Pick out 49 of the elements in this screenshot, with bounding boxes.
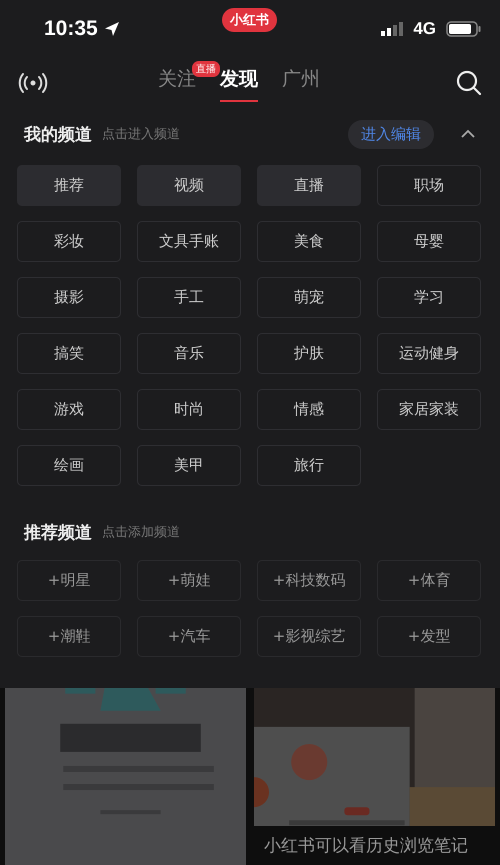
channel-chip[interactable]: 手工 xyxy=(137,277,241,318)
add-channel-chip[interactable]: +影视综艺 xyxy=(257,616,361,657)
add-channel-chip[interactable]: +体育 xyxy=(377,560,481,601)
channel-chip[interactable]: 美甲 xyxy=(137,445,241,486)
add-channel-chip[interactable]: +汽车 xyxy=(137,616,241,657)
section-title: 我的频道 xyxy=(24,124,92,146)
section-hint: 点击添加频道 xyxy=(102,524,180,541)
section-hint: 点击进入频道 xyxy=(102,126,180,143)
channel-chip[interactable]: 学习 xyxy=(377,277,481,318)
channel-chip[interactable]: 时尚 xyxy=(137,389,241,430)
nav-tab[interactable]: 发现 xyxy=(220,66,258,102)
battery-icon xyxy=(446,21,482,37)
add-channel-chip[interactable]: +潮鞋 xyxy=(17,616,121,657)
channel-chip[interactable]: 摄影 xyxy=(17,277,121,318)
channel-chip[interactable]: 母婴 xyxy=(377,221,481,262)
channel-chip[interactable]: 彩妆 xyxy=(17,221,121,262)
channel-chip[interactable]: 直播 xyxy=(257,165,361,206)
channel-chip[interactable]: 游戏 xyxy=(17,389,121,430)
add-channel-chip[interactable]: +明星 xyxy=(17,560,121,601)
note-title: 小红书可以看历史浏览笔记 xyxy=(263,835,469,858)
channel-chip[interactable]: 萌宠 xyxy=(257,277,361,318)
app-badge: 小红书 xyxy=(222,8,277,32)
channel-chip[interactable]: 搞笑 xyxy=(17,333,121,374)
channel-chip[interactable]: 家居家装 xyxy=(377,389,481,430)
channel-chip[interactable]: 音乐 xyxy=(137,333,241,374)
channel-chip[interactable]: 旅行 xyxy=(257,445,361,486)
channel-chip[interactable]: 美食 xyxy=(257,221,361,262)
channel-chip[interactable]: 情感 xyxy=(257,389,361,430)
add-channel-chip[interactable]: +发型 xyxy=(377,616,481,657)
channel-chip[interactable]: 护肤 xyxy=(257,333,361,374)
channel-chip[interactable]: 绘画 xyxy=(17,445,121,486)
channel-chip[interactable]: 运动健身 xyxy=(377,333,481,374)
add-channel-chip[interactable]: +科技数码 xyxy=(257,560,361,601)
channel-chip[interactable]: 文具手账 xyxy=(137,221,241,262)
live-badge: 直播 xyxy=(192,61,220,77)
channel-chip[interactable]: 推荐 xyxy=(17,165,121,206)
collapse-chevron-icon[interactable] xyxy=(460,129,476,139)
section-title: 推荐频道 xyxy=(24,522,92,544)
add-channel-chip[interactable]: +萌娃 xyxy=(137,560,241,601)
location-arrow-icon xyxy=(104,21,120,37)
broadcast-icon[interactable] xyxy=(18,72,48,94)
network-label: 4G xyxy=(413,19,436,39)
signal-icon xyxy=(381,22,404,36)
edit-button[interactable]: 进入编辑 xyxy=(348,120,434,148)
clock-time: 10:35 xyxy=(44,17,98,41)
channel-chip[interactable]: 视频 xyxy=(137,165,241,206)
search-icon[interactable] xyxy=(456,70,482,96)
channel-chip[interactable]: 职场 xyxy=(377,165,481,206)
nav-tab[interactable]: 广州 xyxy=(282,66,320,102)
